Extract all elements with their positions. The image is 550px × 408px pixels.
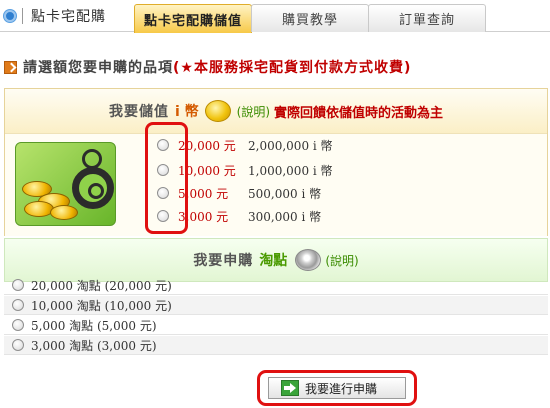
disc-icon — [295, 249, 322, 271]
option-label: 3,000 淘點 (3,000 元) — [31, 338, 157, 353]
ipoint-header: 我要儲值 i 幣 (說明) 實際回饋依儲值時的活動為主 — [5, 89, 547, 133]
brand-dot-icon — [4, 10, 16, 22]
option-price: 10,000 元 — [178, 163, 236, 178]
coin-icon — [204, 100, 231, 122]
submit-label: 我要進行申購 — [305, 381, 378, 396]
ipoint-heading: 我要儲值 — [108, 104, 169, 120]
top-nav: 點卡宅配購 點卡宅配購儲值 購買教學 訂單查詢 — [0, 0, 550, 33]
option-amount: 2,000,000 i 幣 — [248, 138, 333, 153]
tab-recharge[interactable]: 點卡宅配購儲值 — [134, 4, 252, 33]
submit-button[interactable]: 我要進行申購 — [268, 377, 406, 399]
taopoint-option-20000[interactable]: 20,000 淘點 (20,000 元) — [4, 276, 548, 295]
option-label: 20,000 淘點 (20,000 元) — [31, 278, 172, 293]
taopoint-explain-link[interactable]: (說明) — [325, 252, 358, 269]
option-amount: 300,000 i 幣 — [248, 209, 322, 224]
instruction-note: (★本服務採宅配貨到付款方式收費) — [173, 60, 412, 76]
instruction: 請選額您要申購的品項 (★本服務採宅配貨到付款方式收費) — [4, 58, 411, 76]
ipoint-product-image — [15, 142, 116, 226]
tab-order-query[interactable]: 訂單查詢 — [368, 4, 486, 32]
taopoint-option-10000[interactable]: 10,000 淘點 (10,000 元) — [4, 296, 548, 315]
tab-tutorial[interactable]: 購買教學 — [251, 4, 369, 32]
gold-coin-icon — [50, 205, 78, 220]
ipoint-explain-link[interactable]: (說明) — [237, 103, 270, 120]
i-logo-icon — [72, 167, 114, 209]
option-amount: 1,000,000 i 幣 — [248, 163, 333, 178]
option-price: 20,000 元 — [178, 138, 236, 153]
ipoint-notice: 實際回饋依儲值時的活動為主 — [274, 105, 444, 121]
option-label: 10,000 淘點 (10,000 元) — [31, 298, 172, 313]
taopoint-name: 淘點 — [259, 253, 288, 269]
radio-button[interactable] — [12, 339, 24, 351]
ipoint-currency: i 幣 — [174, 104, 199, 120]
divider — [22, 8, 23, 24]
option-label: 5,000 淘點 (5,000 元) — [31, 318, 157, 333]
instruction-text: 請選額您要申購的品項 — [23, 60, 173, 76]
brand: 點卡宅配購 — [4, 4, 106, 28]
option-amount: 500,000 i 幣 — [248, 186, 322, 201]
option-price: 3,000 元 — [178, 209, 229, 224]
gold-coin-icon — [24, 201, 54, 217]
taopoint-option-5000[interactable]: 5,000 淘點 (5,000 元) — [4, 316, 548, 335]
option-price: 5,000 元 — [178, 186, 229, 201]
radio-button[interactable] — [12, 279, 24, 291]
taopoint-option-3000[interactable]: 3,000 淘點 (3,000 元) — [4, 336, 548, 355]
taopoint-heading: 我要申購 — [193, 253, 254, 269]
radio-highlight-box — [145, 122, 188, 234]
page-title: 點卡宅配購 — [31, 9, 106, 25]
arrow-bullet-icon — [4, 60, 17, 74]
arrow-right-icon — [281, 380, 299, 396]
ring-icon — [82, 149, 102, 169]
radio-button[interactable] — [12, 299, 24, 311]
radio-button[interactable] — [12, 319, 24, 331]
